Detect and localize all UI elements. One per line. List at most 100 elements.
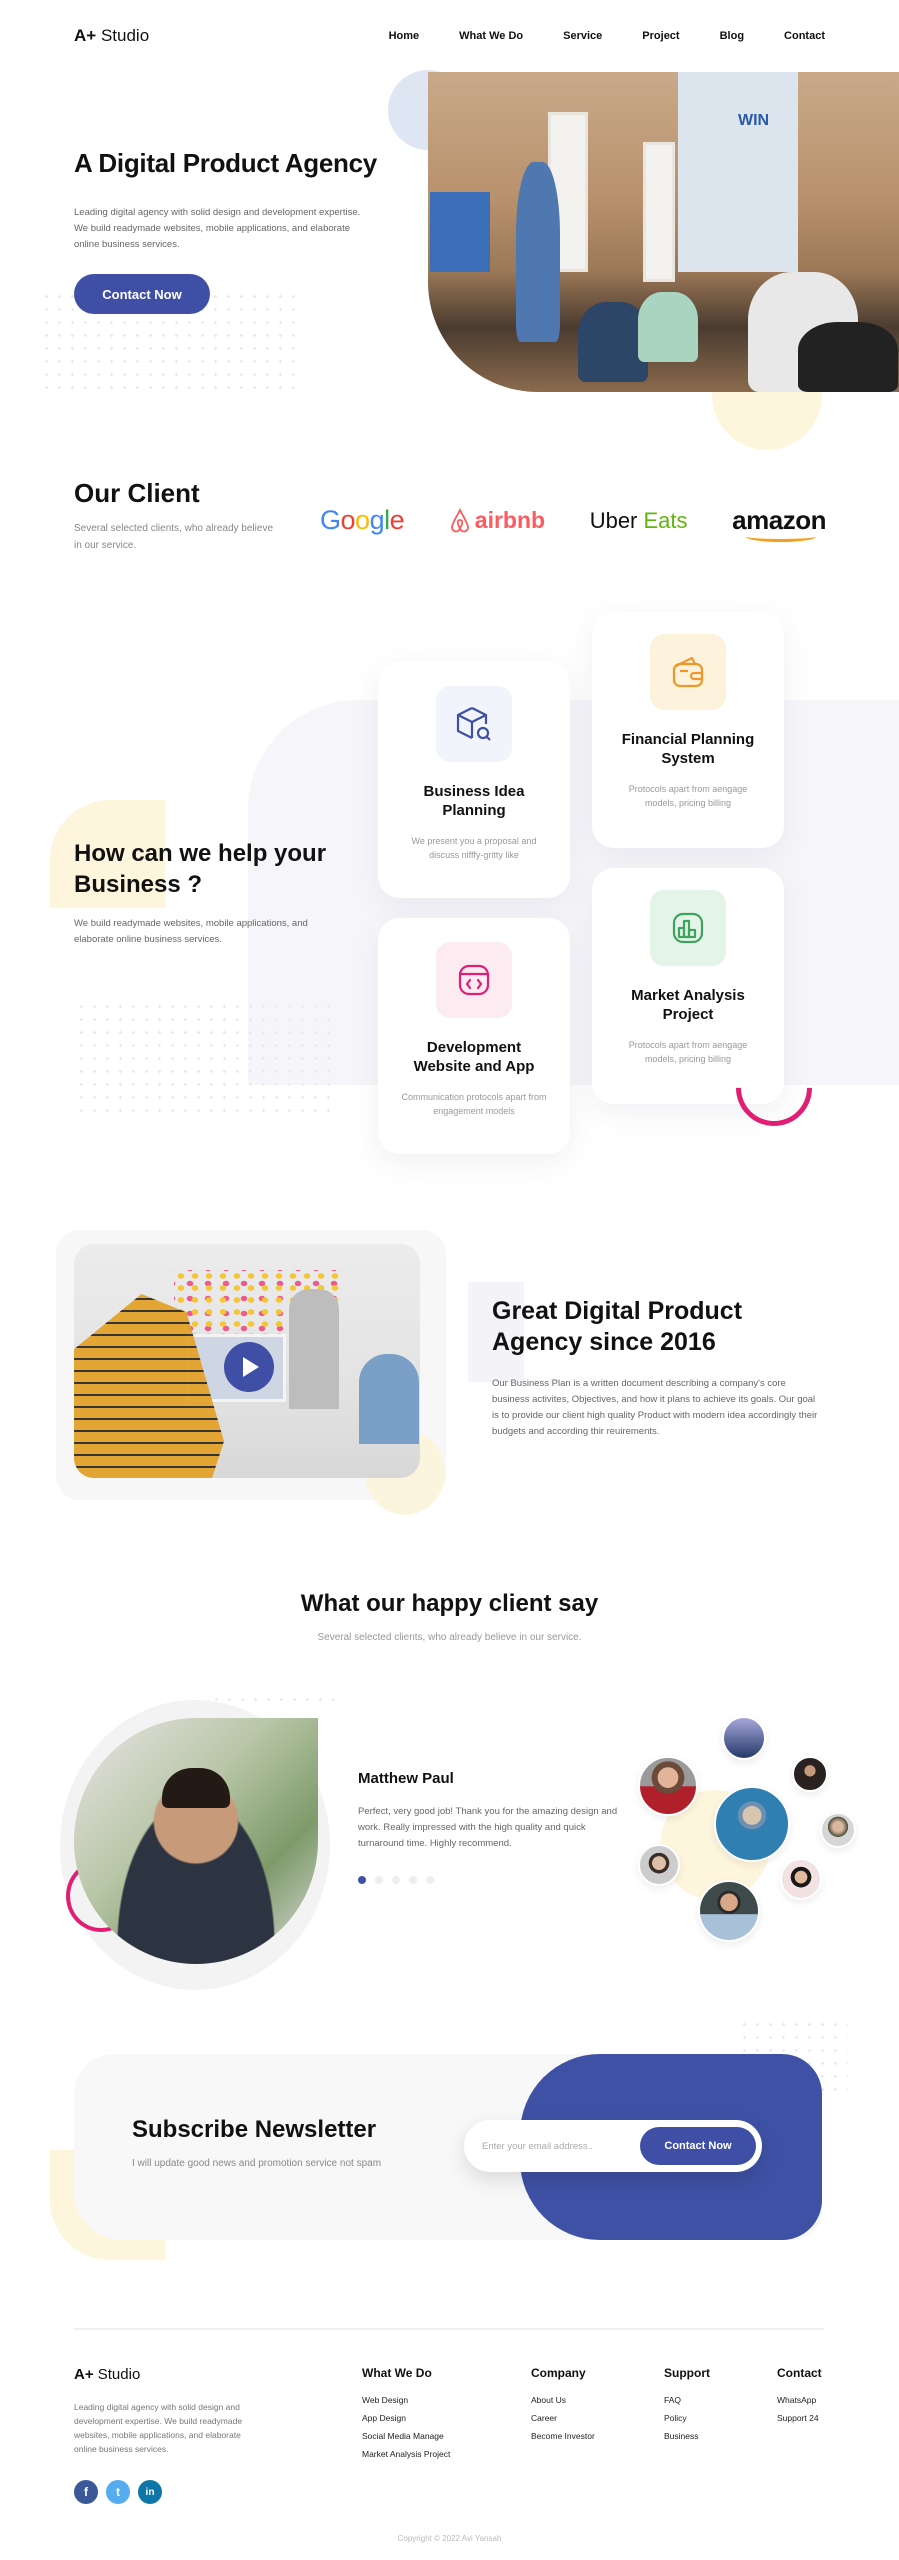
hero-title: A Digital Product Agency [74, 148, 377, 178]
clients-title: Our Client [74, 478, 200, 508]
brand-logo[interactable]: A+ Studio [74, 26, 149, 46]
decor-dot-grid [75, 1000, 335, 1120]
client-logos: Google airbnb Uber Eats amazon [320, 505, 826, 542]
service-card-financial[interactable]: Financial Planning System Protocols apar… [592, 612, 784, 848]
client-avatar[interactable] [638, 1844, 680, 1886]
nav-blog[interactable]: Blog [720, 30, 744, 42]
services-background [248, 700, 899, 1085]
testimonial-quote: Perfect, very good job! Thank you for th… [358, 1806, 618, 1849]
logo-text: Studio [96, 26, 150, 45]
clients-description: Several selected clients, who already be… [74, 523, 273, 551]
footer-link[interactable]: Support 24 [777, 2413, 822, 2423]
card-text: Protocols apart from aengage models, pri… [628, 784, 748, 808]
nav-what-we-do[interactable]: What We Do [459, 30, 523, 42]
hero-image-board [678, 72, 798, 272]
services-title: How can we help your Business ? [74, 840, 327, 898]
pager-dot-2[interactable] [375, 1876, 383, 1884]
linkedin-icon[interactable]: in [138, 2480, 162, 2504]
airbnb-wordmark: airbnb [474, 507, 546, 533]
footer-link[interactable]: Policy [664, 2413, 710, 2423]
ubereats-logo: Uber Eats [589, 507, 688, 533]
code-window-icon [436, 942, 512, 1018]
social-links: f t in [74, 2480, 162, 2504]
pager-dot-1[interactable] [358, 1876, 366, 1884]
facebook-icon[interactable]: f [74, 2480, 98, 2504]
testimonial-name: Matthew Paul [358, 1770, 454, 1787]
testimonial-pager [358, 1876, 434, 1884]
footer-column-contact: Contact WhatsApp Support 24 [777, 2366, 822, 2431]
amazon-logo: amazon [732, 505, 826, 542]
footer-link[interactable]: FAQ [664, 2395, 710, 2405]
nav-contact[interactable]: Contact [784, 30, 825, 42]
email-input[interactable] [482, 2140, 640, 2152]
footer-column-title: Support [664, 2366, 710, 2380]
services-description: We build readymade websites, mobile appl… [74, 918, 308, 945]
main-nav: Home What We Do Service Project Blog Con… [349, 30, 825, 42]
client-avatar[interactable] [722, 1716, 766, 1760]
pager-dot-4[interactable] [409, 1876, 417, 1884]
footer-link[interactable]: Market Analysis Project [362, 2449, 450, 2459]
newsletter-submit-button[interactable]: Contact Now [640, 2127, 756, 2165]
play-video-button[interactable] [224, 1342, 274, 1392]
about-description: Our Business Plan is a written document … [492, 1378, 818, 1437]
twitter-icon[interactable]: t [106, 2480, 130, 2504]
airbnb-logo: airbnb [449, 507, 545, 534]
testimonial-avatar [74, 1718, 318, 1964]
testimonials-subtitle: Several selected clients, who already be… [317, 1632, 582, 1643]
footer-link[interactable]: Social Media Manage [362, 2431, 450, 2441]
footer-description: Leading digital agency with solid design… [74, 2402, 243, 2454]
footer-link[interactable]: Become Investor [531, 2431, 595, 2441]
footer-column-title: Contact [777, 2366, 822, 2380]
footer-divider [74, 2328, 824, 2330]
footer-column-title: Company [531, 2366, 586, 2380]
footer-logo[interactable]: A+ Studio [74, 2366, 140, 2383]
client-avatar[interactable] [820, 1812, 856, 1848]
testimonials-title: What our happy client say [300, 1590, 599, 1617]
footer-link[interactable]: Business [664, 2431, 710, 2441]
pager-dot-3[interactable] [392, 1876, 400, 1884]
client-avatar-featured[interactable] [714, 1786, 790, 1862]
service-card-business-idea[interactable]: Business Idea Planning We present you a … [378, 662, 570, 898]
copyright: Copyright © 2022 Avi Yansah [397, 2534, 502, 2543]
pager-dot-5[interactable] [426, 1876, 434, 1884]
logo-mark: A+ [74, 26, 97, 45]
logo-mark: A+ [74, 2366, 94, 2383]
client-avatar[interactable] [780, 1858, 822, 1900]
nav-project[interactable]: Project [642, 30, 679, 42]
client-avatar[interactable] [698, 1880, 760, 1942]
service-card-development[interactable]: Development Website and App Communicatio… [378, 918, 570, 1154]
card-title: Market Analysis Project [631, 987, 745, 1023]
client-avatar[interactable] [638, 1756, 698, 1816]
footer-link[interactable]: About Us [531, 2395, 595, 2405]
newsletter-subtitle: I will update good news and promotion se… [132, 2158, 382, 2169]
card-text: Communication protocols apart from engag… [401, 1092, 547, 1116]
card-title: Business Idea Planning [423, 783, 525, 819]
nav-home[interactable]: Home [389, 30, 420, 42]
hero-description: Leading digital agency with solid design… [74, 207, 361, 250]
hero-image-sign: WIN [738, 112, 770, 129]
footer-column-what-we-do: What We Do Web Design App Design Social … [362, 2366, 450, 2467]
card-title: Development Website and App [413, 1039, 535, 1075]
footer-link[interactable]: Career [531, 2413, 595, 2423]
footer-link[interactable]: App Design [362, 2413, 450, 2423]
contact-now-button[interactable]: Contact Now [74, 274, 210, 314]
footer-link[interactable]: WhatsApp [777, 2395, 822, 2405]
newsletter-title: Subscribe Newsletter [132, 2116, 377, 2143]
newsletter-form: Contact Now [464, 2120, 762, 2172]
nav-service[interactable]: Service [563, 30, 602, 42]
about-video-thumbnail[interactable] [74, 1244, 420, 1478]
footer-link[interactable]: Web Design [362, 2395, 450, 2405]
hero-image-screen [430, 192, 490, 272]
box-search-icon [436, 686, 512, 762]
chart-icon [650, 890, 726, 966]
footer-column-company: Company About Us Career Become Investor [531, 2366, 595, 2449]
client-avatar[interactable] [792, 1756, 828, 1792]
about-title: Great Digital Product Agency since 2016 [492, 1297, 743, 1356]
card-text: We present you a proposal and discuss ni… [411, 836, 537, 860]
hero-image: WIN [428, 72, 899, 392]
google-logo: Google [320, 505, 405, 535]
logo-text: Studio [93, 2366, 141, 2383]
footer-column-support: Support FAQ Policy Business [664, 2366, 710, 2449]
footer-column-title: What We Do [362, 2366, 432, 2380]
airbnb-belo-icon [450, 507, 469, 532]
